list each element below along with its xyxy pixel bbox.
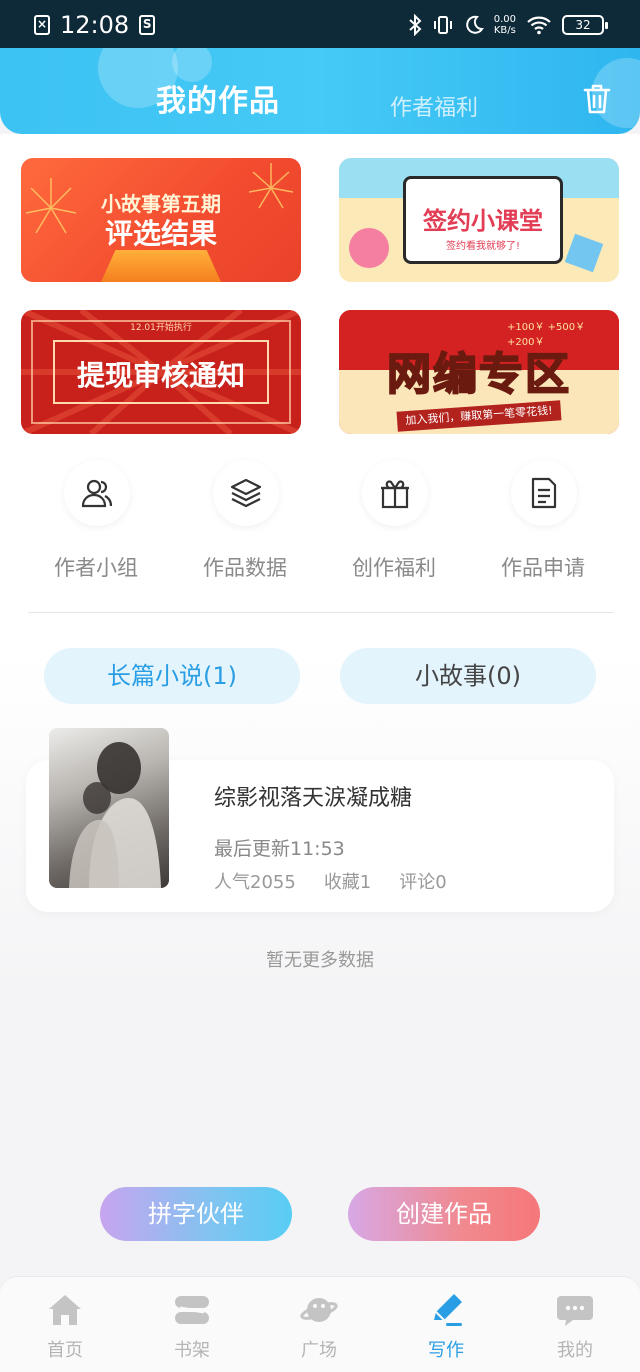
quick-link-work-data[interactable]: 作品数据 — [185, 460, 305, 590]
chat-bubble-icon — [557, 1296, 593, 1326]
nav-item-bookshelf[interactable]: 书架 — [142, 1286, 242, 1366]
banner-signing-class[interactable]: 签约小课堂 签约看我就够了! — [339, 158, 619, 282]
section-divider — [28, 612, 614, 613]
quick-link-label: 作者小组 — [54, 556, 138, 580]
quick-link-creation-benefits[interactable]: 创作福利 — [334, 460, 454, 590]
nav-label: 书架 — [174, 1340, 210, 1361]
speed-unit: KB/s — [493, 25, 516, 36]
bluetooth-icon — [409, 14, 422, 36]
work-favorites: 收藏1 — [323, 872, 372, 893]
work-popularity: 人气2055 — [214, 872, 296, 893]
chalkboard: 签约小课堂 签约看我就够了! — [403, 176, 563, 264]
work-title[interactable]: 综影视落天涙凝成糖 — [214, 780, 412, 812]
banner-date-note: 12.01开始执行 — [130, 323, 192, 333]
quick-link-label: 作品数据 — [203, 556, 287, 580]
stage-decoration — [101, 250, 221, 282]
nav-item-home[interactable]: 首页 — [15, 1286, 115, 1366]
users-icon — [81, 479, 113, 508]
nav-item-writing[interactable]: 写作 — [396, 1286, 496, 1366]
moon-icon — [465, 15, 484, 34]
bookshelf-icon — [175, 1296, 209, 1324]
document-icon — [531, 477, 557, 509]
category-tab-novels[interactable]: 长篇小说(1) — [44, 648, 300, 704]
banner-title: 提现审核通知 — [76, 359, 245, 392]
icon-circle — [213, 460, 279, 526]
banner-story-contest-results[interactable]: 小故事第五期 评选结果 — [21, 158, 301, 282]
circle-decoration — [349, 228, 389, 268]
quick-link-work-application[interactable]: 作品申请 — [483, 460, 603, 590]
banner-editor-zone[interactable]: +100￥ +500￥ +200￥ 网编专区 加入我们，赚取第一笔零花钱! — [339, 310, 619, 434]
icon-circle — [362, 460, 428, 526]
tab-author-benefits[interactable]: 作者福利 — [390, 90, 478, 122]
home-icon — [49, 1295, 81, 1325]
app-header: 我的作品 作者福利 — [0, 48, 640, 134]
square-decoration — [564, 233, 604, 273]
tab-my-works[interactable]: 我的作品 — [156, 76, 280, 120]
planet-icon — [300, 1298, 338, 1322]
sim-card-icon: × — [34, 15, 50, 35]
vibrate-icon — [433, 16, 452, 34]
nav-label: 首页 — [47, 1340, 83, 1361]
nav-label: 我的 — [557, 1340, 593, 1361]
work-stats: 人气2055 收藏1 评论0 — [214, 868, 447, 894]
nav-item-plaza[interactable]: 广场 — [269, 1286, 369, 1366]
work-last-update: 最后更新11:53 — [214, 838, 345, 860]
quick-link-author-group[interactable]: 作者小组 — [36, 460, 156, 590]
status-bar: × 12:08 S 0.00 KB/s 32 — [0, 0, 640, 48]
banner-subtitle: 签约看我就够了! — [445, 241, 520, 252]
banner-title: 网编专区 — [386, 348, 571, 401]
wifi-icon — [527, 16, 551, 35]
quick-link-label: 创作福利 — [352, 556, 436, 580]
nav-item-mine[interactable]: 我的 — [525, 1286, 625, 1366]
cover-illustration — [69, 742, 161, 888]
speed-value: 0.00 — [493, 14, 516, 25]
no-more-data-text: 暂无更多数据 — [266, 950, 374, 971]
banner-title: 签约小课堂 — [423, 207, 543, 235]
writing-partner-button[interactable]: 拼字伙伴 — [100, 1187, 292, 1241]
work-comments: 评论0 — [399, 872, 447, 893]
banner-title: 评选结果 — [104, 217, 217, 250]
banner-withdrawal-notice[interactable]: 12.01开始执行 提现审核通知 — [21, 310, 301, 434]
work-cover-image[interactable] — [49, 728, 169, 888]
battery-level: 32 — [575, 18, 591, 32]
category-tab-short-stories[interactable]: 小故事(0) — [340, 648, 596, 704]
gift-icon — [381, 480, 409, 509]
pen-icon — [434, 1294, 462, 1326]
quick-link-label: 作品申请 — [501, 556, 585, 580]
create-work-button[interactable]: 创建作品 — [348, 1187, 540, 1241]
icon-circle — [64, 460, 130, 526]
nav-label: 广场 — [301, 1340, 337, 1361]
battery-icon: 32 — [562, 15, 608, 35]
network-speed: 0.00 KB/s — [494, 14, 516, 36]
screenshot-icon: S — [139, 15, 156, 35]
status-time: 12:08 — [60, 11, 130, 39]
nav-label: 写作 — [428, 1340, 464, 1361]
layers-icon — [230, 478, 262, 508]
icon-circle — [511, 460, 577, 526]
trash-icon[interactable] — [580, 82, 614, 116]
